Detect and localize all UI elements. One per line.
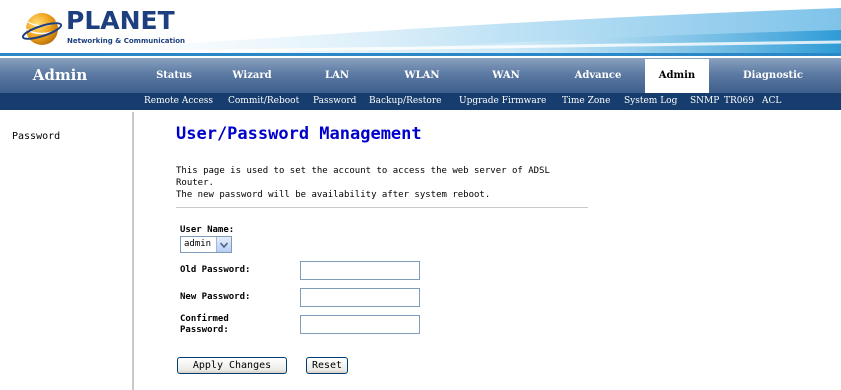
tab-wizard[interactable]: Wizard [218,58,286,93]
tab-advance[interactable]: Advance [560,58,636,93]
chevron-down-icon[interactable] [216,237,231,252]
main-nav: Admin Status Wizard LAN WLAN WAN Advance… [0,58,841,93]
tab-admin[interactable]: Admin [645,59,709,93]
tab-wan[interactable]: WAN [472,58,540,93]
old-password-field[interactable] [300,261,420,280]
brand-tagline: Networking & Communication [67,37,186,45]
subnav-time-zone[interactable]: Time Zone [562,93,610,110]
confirm-password-label: Confirmed Password: [180,314,229,335]
subnav-commit-reboot[interactable]: Commit/Reboot [228,93,299,110]
sidebar-item-password[interactable]: Password [12,131,60,142]
reset-button[interactable]: Reset [306,357,348,374]
subnav-tr069[interactable]: TR069 [724,93,754,110]
section-title: Admin [32,66,88,84]
page-title: User/Password Management [176,124,422,144]
username-select[interactable]: admin [180,236,232,253]
tab-diagnostic[interactable]: Diagnostic [728,58,818,93]
confirm-password-field[interactable] [300,315,420,334]
new-password-field[interactable] [300,288,420,307]
apply-changes-button[interactable]: Apply Changes [177,357,287,374]
subnav-password[interactable]: Password [313,93,356,110]
brand-name: PLANET [66,6,175,35]
subnav-snmp[interactable]: SNMP [690,93,719,110]
content-divider [176,207,588,208]
old-password-label: Old Password: [180,265,251,275]
subnav-upgrade-firmware[interactable]: Upgrade Firmware [459,93,546,110]
sub-nav: Remote Access Commit/Reboot Password Bac… [0,93,841,110]
globe-icon [22,13,62,45]
new-password-label: New Password: [180,292,251,302]
description-line-2: The new password will be availability af… [176,190,491,200]
username-label: User Name: [180,225,235,235]
tab-wlan[interactable]: WLAN [388,58,456,93]
page-header: PLANET Networking & Communication [0,0,841,56]
username-select-value: admin [184,239,212,249]
subnav-remote-access[interactable]: Remote Access [144,93,213,110]
page-description: This page is used to set the account to … [176,165,586,201]
subnav-backup-restore[interactable]: Backup/Restore [369,93,441,110]
planet-logo: PLANET Networking & Communication [22,4,186,52]
tab-status[interactable]: Status [140,58,208,93]
sidebar-divider [132,112,134,390]
tab-lan[interactable]: LAN [303,58,371,93]
subnav-system-log[interactable]: System Log [624,93,677,110]
subnav-acl[interactable]: ACL [762,93,781,110]
description-line-1: This page is used to set the account to … [176,166,550,188]
sidebar: Password [0,110,132,390]
